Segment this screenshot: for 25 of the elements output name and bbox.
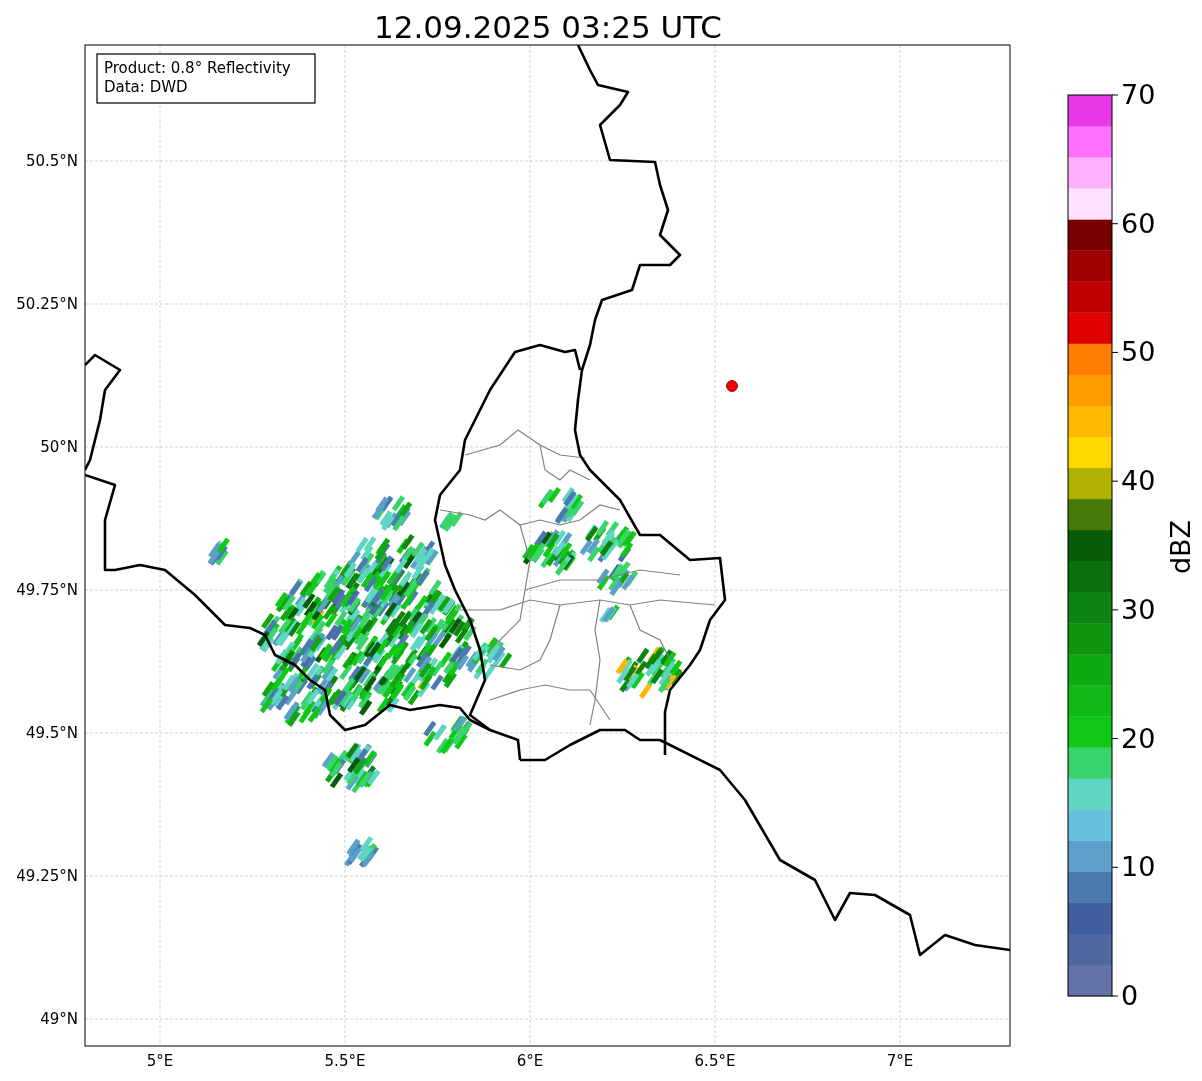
info-text: Product: 0.8° Reflectivity [104, 59, 291, 77]
axis-tick-label: 6.5°E [694, 1052, 736, 1070]
axis-tick-label: 50.25°N [16, 295, 78, 313]
axis-tick-label: 6°E [516, 1052, 544, 1070]
axis-tick-label: 5°E [146, 1052, 174, 1070]
colorbar-tick-label: 30 [1121, 593, 1156, 625]
colorbar-tick-label: 40 [1121, 465, 1156, 497]
axis-tick-label: 49°N [40, 1010, 78, 1028]
colorbar-tick-label: 10 [1121, 851, 1156, 883]
chart-title: 12.09.2025 03:25 UTC [374, 9, 722, 45]
colorbar-tick-label: 50 [1121, 336, 1156, 368]
colorbar-tick-label: 20 [1121, 722, 1156, 754]
axis-tick-label: 50.5°N [25, 152, 78, 170]
axis-tick-label: 50°N [40, 438, 78, 456]
axis-tick-label: 5.5°E [324, 1052, 366, 1070]
location-marker [726, 380, 738, 392]
colorbar-label: dBZ [1165, 519, 1196, 575]
colorbar-tick-label: 0 [1121, 980, 1139, 1011]
colorbar-tick-label: 70 [1121, 79, 1156, 110]
info-text: Data: DWD [104, 78, 188, 96]
axis-tick-label: 49.5°N [25, 724, 78, 742]
axis-tick-label: 49.75°N [16, 581, 78, 599]
axis-tick-label: 7°E [886, 1052, 914, 1070]
colorbar-tick-label: 60 [1121, 207, 1156, 239]
axis-tick-label: 49.25°N [16, 867, 78, 885]
